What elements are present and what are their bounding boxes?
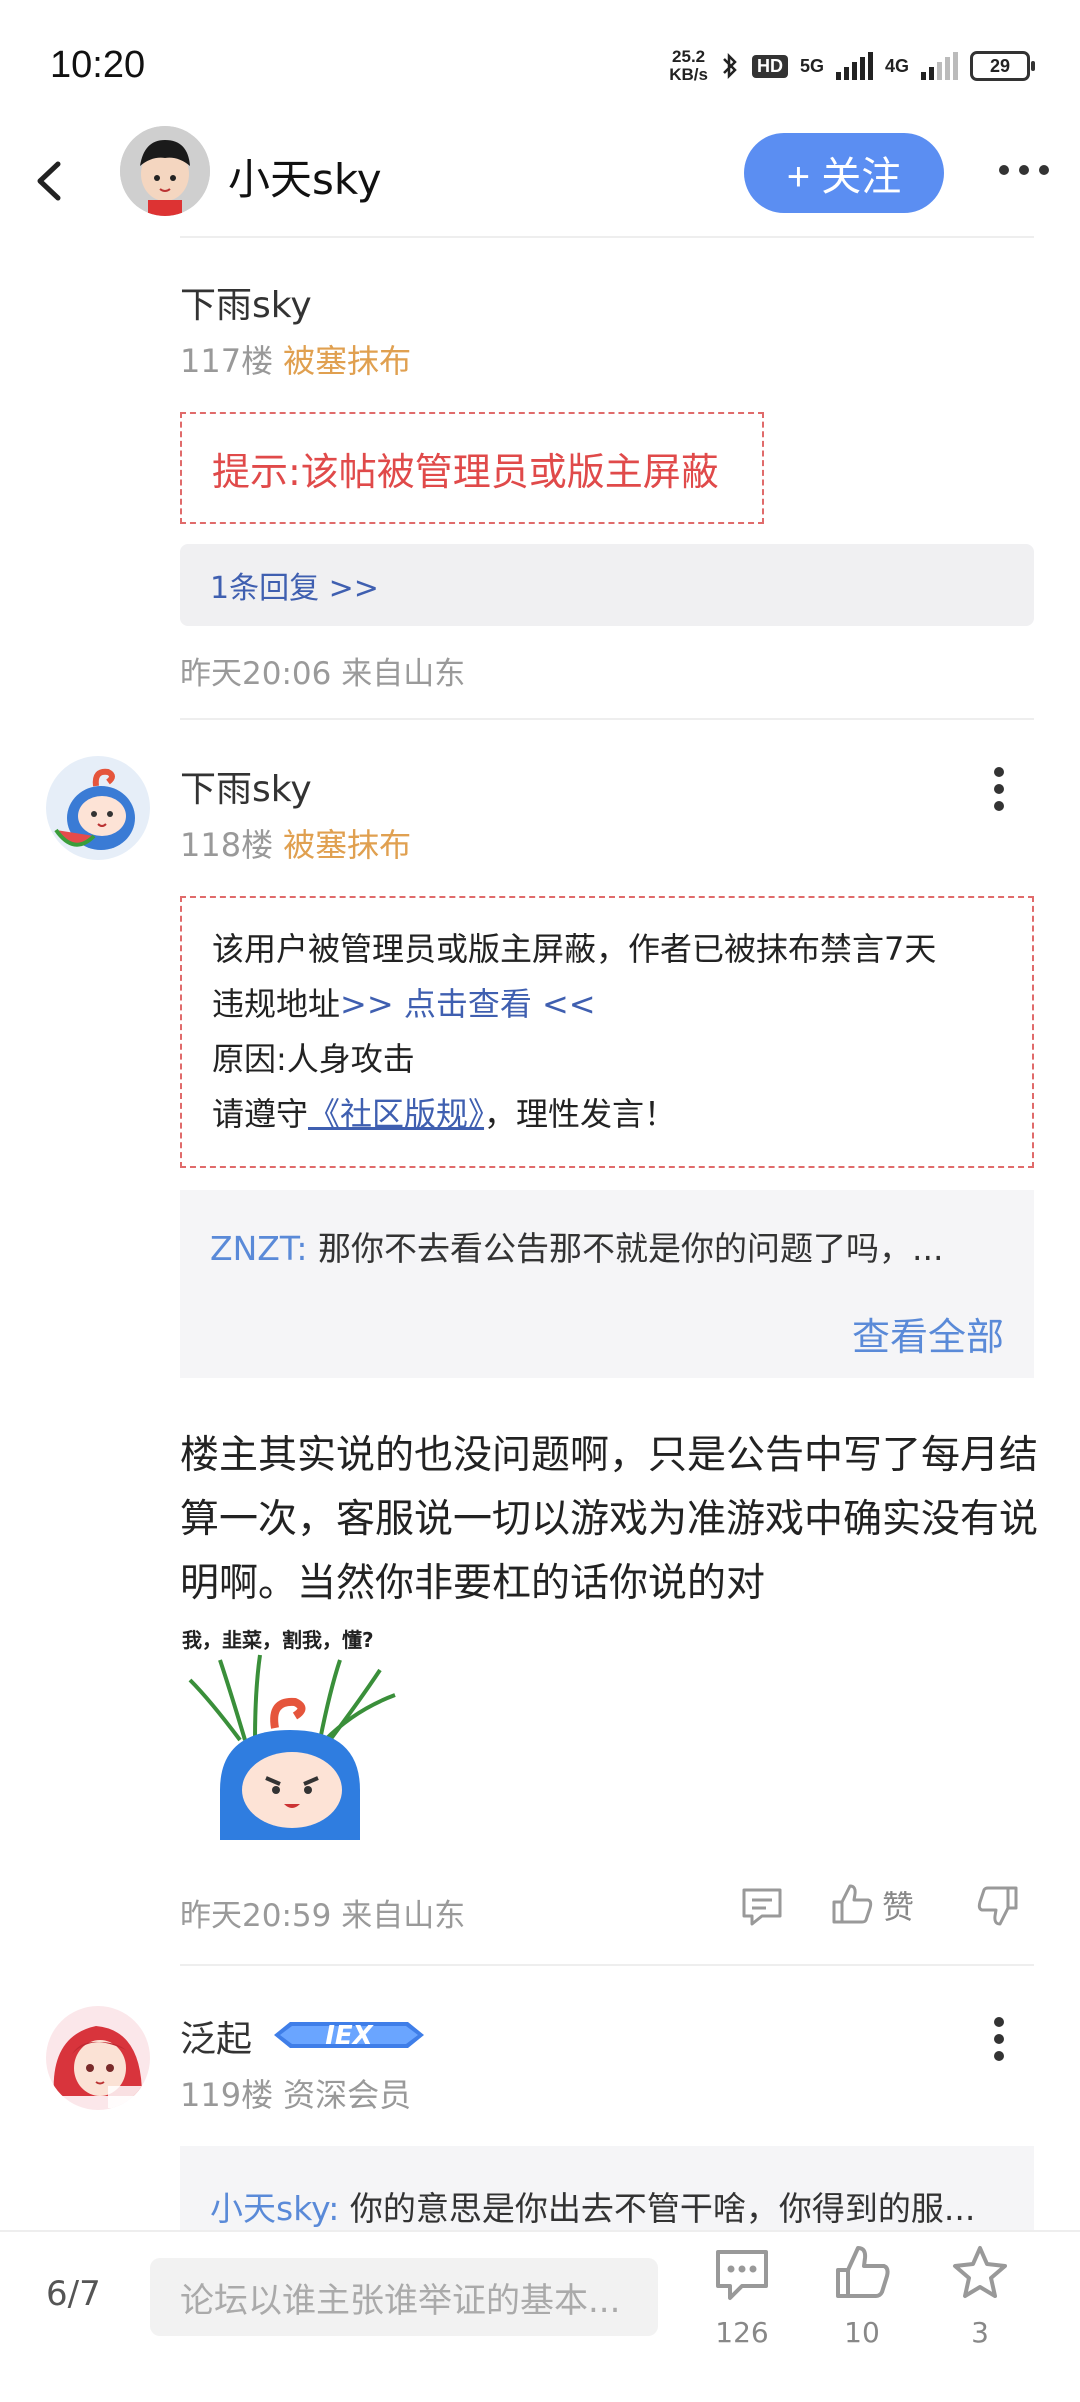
thumbs-up-icon[interactable] <box>830 1882 874 1926</box>
sticker-image[interactable]: 我，韭菜，割我，懂? <box>180 1624 400 1840</box>
quoted-reply-text: 小天sky: 你的意思是你出去不管干啥，你得到的服... <box>210 2182 975 2230</box>
sticker-caption: 我，韭菜，割我，懂? <box>182 1628 374 1652</box>
ban-cause: 原因:人身攻击 <box>212 1040 415 1078</box>
rules-prefix: 请遵守 <box>212 1095 309 1133</box>
avatar[interactable] <box>120 126 210 216</box>
floor-number: 119楼 <box>180 2076 274 2114</box>
community-rules-link[interactable]: 《社区版规》 <box>308 1095 484 1133</box>
bluetooth-icon <box>723 52 737 80</box>
status-icons: 25.2 KB/s HD 5G 4G 29 <box>669 48 1035 84</box>
view-violation-link[interactable]: >> 点击查看 << <box>340 985 596 1023</box>
rules-line: 请遵守《社区版规》，理性发言！ <box>212 1087 1002 1142</box>
quoted-reply-text: ZNZT: 那你不去看公告那不就是你的问题了吗，... <box>210 1222 944 1270</box>
post-meta: 118楼 被塞抹布 <box>180 820 411 866</box>
comment-count: 126 <box>715 2316 769 2349</box>
quote-username[interactable]: 小天sky: <box>210 2189 339 2228</box>
battery-icon: 29 <box>970 51 1035 81</box>
badge-text: IEX <box>325 2021 373 2051</box>
post-time: 昨天20:59 来自山东 <box>180 1898 466 1934</box>
status-time: 10:20 <box>50 44 146 86</box>
post-meta: 119楼 资深会员 <box>180 2070 411 2116</box>
chive-mascot-icon <box>188 1654 396 1840</box>
replies-link[interactable]: 1条回复 >> <box>180 544 1034 626</box>
network-speed-unit: KB/s <box>669 65 708 84</box>
status-bar: 10:20 25.2 KB/s HD 5G 4G 29 <box>0 0 1080 130</box>
page-indicator[interactable]: 6/7 <box>46 2274 101 2314</box>
5g-label: 5G <box>799 55 824 76</box>
quote-username[interactable]: ZNZT: <box>210 1229 308 1268</box>
star-icon[interactable] <box>950 2244 1010 2300</box>
post-content: 楼主其实说的也没问题啊，只是公告中写了每月结算一次，客服说一切以游戏为准游戏中确… <box>180 1433 1039 1606</box>
post-menu-icon[interactable] <box>992 2016 1006 2062</box>
view-all-link[interactable]: 查看全部 <box>852 1306 1004 1361</box>
violation-label: 违规地址 <box>212 985 341 1023</box>
network-speed: 25.2 KB/s <box>669 48 708 84</box>
favorite-count: 3 <box>971 2316 989 2349</box>
network-speed-value: 25.2 <box>672 47 706 66</box>
like-count: 10 <box>844 2316 880 2349</box>
post-time: 昨天20:06 来自山东 <box>180 656 466 692</box>
avatar[interactable] <box>46 756 150 860</box>
4g-label: 4G <box>884 55 909 76</box>
divider <box>180 236 1034 238</box>
hd-icon: HD <box>751 54 788 78</box>
comment-icon[interactable] <box>740 1884 784 1928</box>
ban-notice: 该用户被管理员或版主屏蔽，作者已被抹布禁言7天 违规地址>> 点击查看 << 原… <box>180 896 1034 1168</box>
user-tag: 被塞抹布 <box>283 342 412 380</box>
quote-content: 你的意思是你出去不管干啥，你得到的服... <box>339 2189 976 2228</box>
violation-line: 违规地址>> 点击查看 << <box>212 977 1002 1032</box>
signal-icon-2 <box>921 52 958 80</box>
rules-suffix: ，理性发言！ <box>484 1095 677 1133</box>
thumbs-down-icon[interactable] <box>976 1884 1020 1928</box>
back-icon[interactable] <box>30 158 70 204</box>
post-username[interactable]: 下雨sky <box>180 276 312 328</box>
level-badge: IEX <box>270 2012 428 2058</box>
ban-reason-text: 该用户被管理员或版主屏蔽，作者已被抹布禁言7天 <box>212 930 937 968</box>
quoted-reply[interactable]: 小天sky: 你的意思是你出去不管干啥，你得到的服... <box>180 2146 1034 2230</box>
signal-icon <box>835 52 873 80</box>
mascot-watermelon-avatar-icon <box>54 768 135 850</box>
more-icon[interactable] <box>998 162 1050 178</box>
user-tag: 被塞抹布 <box>283 826 412 864</box>
post-username[interactable]: 泛起 <box>180 2010 252 2062</box>
post-menu-icon[interactable] <box>992 766 1006 812</box>
like-count-icon[interactable] <box>832 2244 892 2300</box>
quoted-reply[interactable]: ZNZT: 那你不去看公告那不就是你的问题了吗，... 查看全部 <box>180 1190 1034 1378</box>
cartoon-boy-avatar-icon <box>120 126 210 216</box>
divider <box>180 1964 1034 1966</box>
divider <box>180 718 1034 720</box>
follow-button[interactable]: + 关注 <box>744 133 944 213</box>
header-username[interactable]: 小天sky <box>228 146 382 207</box>
post-username[interactable]: 下雨sky <box>180 760 312 812</box>
member-rank: 资深会员 <box>283 2076 412 2114</box>
quote-content: 那你不去看公告那不就是你的问题了吗，... <box>307 1229 944 1268</box>
floor-number: 117楼 <box>180 342 274 380</box>
comment-count-icon[interactable] <box>712 2246 772 2302</box>
anime-girl-avatar-icon <box>53 2026 148 2108</box>
like-label[interactable]: 赞 <box>882 1882 914 1928</box>
floor-number: 118楼 <box>180 826 274 864</box>
blocked-notice: 提示:该帖被管理员或版主屏蔽 <box>180 412 764 524</box>
avatar[interactable] <box>46 2006 150 2110</box>
post-meta: 117楼 被塞抹布 <box>180 336 411 382</box>
comment-input[interactable]: 论坛以谁主张谁举证的基本... <box>150 2258 658 2336</box>
